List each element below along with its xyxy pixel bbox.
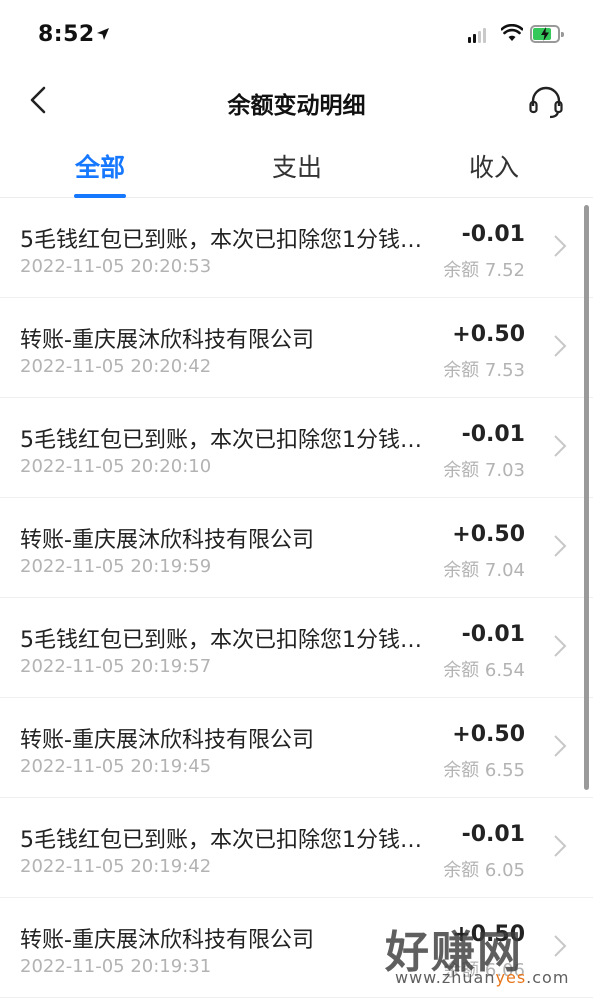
transaction-time: 2022-11-05 20:19:59 [20, 556, 212, 577]
transaction-balance: 余额 6.54 [443, 660, 525, 681]
tab-expense[interactable]: 支出 [237, 148, 357, 184]
chevron-right-icon [554, 435, 567, 457]
nav-bar: 余额变动明细 [0, 70, 593, 132]
status-bar: 8:52 [0, 0, 593, 70]
transaction-row[interactable]: 转账-重庆展沐欣科技有限公司 2022-11-05 20:19:45 +0.50… [0, 698, 593, 798]
location-arrow-icon [97, 28, 109, 40]
transaction-amount: -0.01 [461, 222, 525, 247]
transaction-title: 转账-重庆展沐欣科技有限公司 [20, 928, 314, 953]
transaction-title: 5毛钱红包已到账，本次已扣除您1分钱手续费 [20, 628, 440, 653]
transaction-title: 转账-重庆展沐欣科技有限公司 [20, 528, 314, 553]
page-title: 余额变动明细 [227, 93, 366, 119]
transaction-row[interactable]: 5毛钱红包已到账，本次已扣除您1分钱手续费 2022-11-05 20:19:4… [0, 798, 593, 898]
watermark-url-highlight: yes [495, 968, 527, 987]
watermark-logo: 好赚网 www.zhuanyes.com [385, 916, 580, 992]
transaction-amount: -0.01 [461, 822, 525, 847]
chevron-right-icon [554, 535, 567, 557]
chevron-right-icon [554, 335, 567, 357]
transaction-time: 2022-11-05 20:20:53 [20, 256, 212, 277]
transaction-amount: -0.01 [461, 622, 525, 647]
transaction-title: 5毛钱红包已到账，本次已扣除您1分钱手续费 [20, 228, 440, 253]
transaction-row[interactable]: 5毛钱红包已到账，本次已扣除您1分钱手续费 2022-11-05 20:20:5… [0, 198, 593, 298]
chevron-right-icon [554, 235, 567, 257]
filter-tabs: 全部 支出 收入 [0, 132, 593, 198]
transaction-title: 转账-重庆展沐欣科技有限公司 [20, 728, 314, 753]
transaction-title: 转账-重庆展沐欣科技有限公司 [20, 328, 314, 353]
transaction-time: 2022-11-05 20:19:42 [20, 856, 212, 877]
transaction-time: 2022-11-05 20:20:10 [20, 456, 212, 477]
chevron-right-icon [554, 635, 567, 657]
watermark-url-suffix: .com [526, 968, 570, 987]
transaction-balance: 余额 7.03 [443, 460, 525, 481]
transaction-time: 2022-11-05 20:20:42 [20, 356, 212, 377]
chevron-right-icon [554, 835, 567, 857]
transaction-amount: +0.50 [452, 722, 525, 747]
transaction-balance: 余额 7.04 [443, 560, 525, 581]
transaction-time: 2022-11-05 20:19:31 [20, 956, 212, 977]
tab-income[interactable]: 收入 [434, 148, 554, 184]
headset-icon[interactable] [526, 82, 566, 122]
tab-all[interactable]: 全部 [40, 148, 160, 184]
transaction-row[interactable]: 转账-重庆展沐欣科技有限公司 2022-11-05 20:20:42 +0.50… [0, 298, 593, 398]
transaction-title: 5毛钱红包已到账，本次已扣除您1分钱手续费 [20, 428, 440, 453]
transaction-balance: 余额 7.53 [443, 360, 525, 381]
cellular-signal-icon [468, 28, 486, 43]
transaction-balance: 余额 7.52 [443, 260, 525, 281]
wifi-icon [501, 24, 523, 41]
transaction-list[interactable]: 5毛钱红包已到账，本次已扣除您1分钱手续费 2022-11-05 20:20:5… [0, 198, 593, 1000]
transaction-title: 5毛钱红包已到账，本次已扣除您1分钱手续费 [20, 828, 440, 853]
transaction-amount: -0.01 [461, 422, 525, 447]
chevron-right-icon [554, 735, 567, 757]
transaction-amount: +0.50 [452, 522, 525, 547]
status-time: 8:52 [38, 22, 95, 47]
transaction-time: 2022-11-05 20:19:45 [20, 756, 212, 777]
transaction-balance: 余额 6.05 [443, 860, 525, 881]
transaction-row[interactable]: 转账-重庆展沐欣科技有限公司 2022-11-05 20:19:59 +0.50… [0, 498, 593, 598]
transaction-balance: 余额 6.55 [443, 760, 525, 781]
transaction-time: 2022-11-05 20:19:57 [20, 656, 212, 677]
watermark-url-prefix: www.zhuan [395, 968, 496, 987]
battery-icon [530, 25, 564, 43]
transaction-row[interactable]: 5毛钱红包已到账，本次已扣除您1分钱手续费 2022-11-05 20:20:1… [0, 398, 593, 498]
scrollbar[interactable] [584, 205, 589, 790]
transaction-row[interactable]: 5毛钱红包已到账，本次已扣除您1分钱手续费 2022-11-05 20:19:5… [0, 598, 593, 698]
transaction-amount: +0.50 [452, 322, 525, 347]
watermark-url: www.zhuanyes.com [395, 968, 569, 987]
